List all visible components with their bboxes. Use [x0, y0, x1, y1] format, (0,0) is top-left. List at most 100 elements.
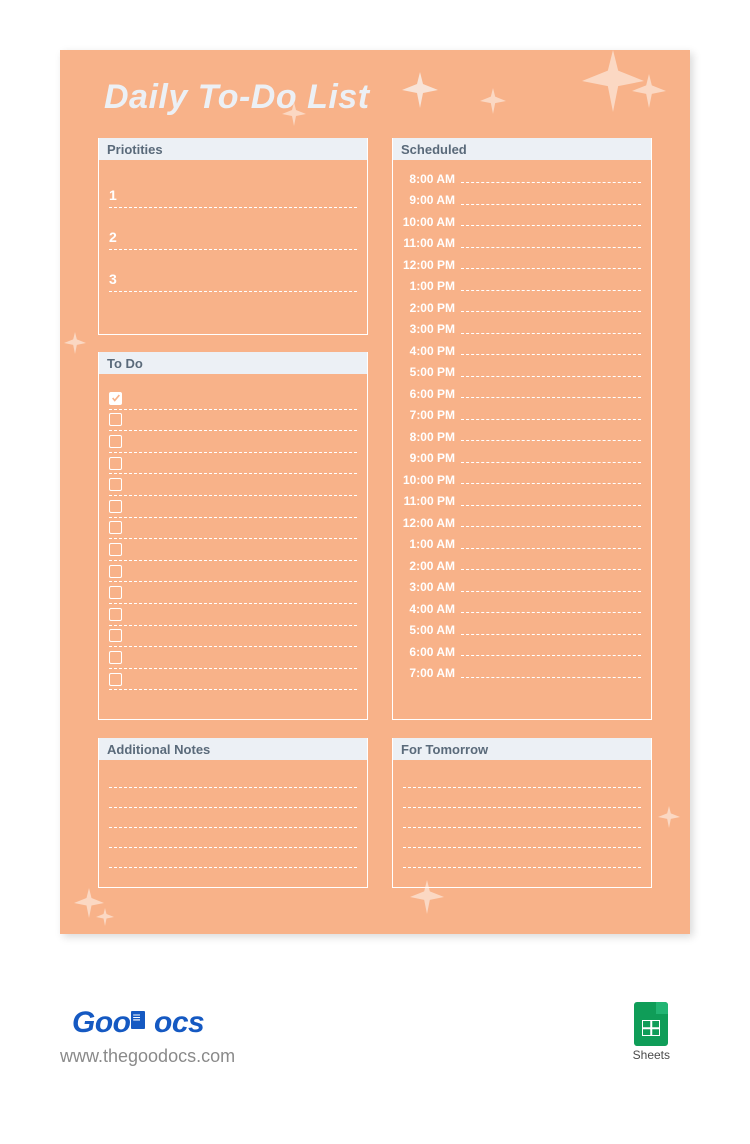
- todo-checkbox[interactable]: [109, 629, 122, 642]
- todo-checkbox[interactable]: [109, 435, 122, 448]
- note-line[interactable]: [109, 768, 357, 788]
- todo-row[interactable]: [109, 539, 357, 561]
- schedule-row[interactable]: 4:00 PM: [399, 340, 641, 362]
- schedule-time: 6:00 PM: [399, 387, 461, 401]
- todo-checkbox[interactable]: [109, 413, 122, 426]
- todo-row[interactable]: [109, 474, 357, 496]
- page-title: Daily To-Do List: [104, 78, 370, 117]
- schedule-row[interactable]: 7:00 PM: [399, 405, 641, 427]
- schedule-row[interactable]: 8:00 AM: [399, 168, 641, 190]
- schedule-row[interactable]: 12:00 AM: [399, 512, 641, 534]
- todo-row[interactable]: [109, 388, 357, 410]
- todo-row[interactable]: [109, 453, 357, 475]
- todo-row[interactable]: [109, 647, 357, 669]
- todo-checkbox[interactable]: [109, 457, 122, 470]
- schedule-row[interactable]: 3:00 PM: [399, 319, 641, 341]
- schedule-time: 10:00 PM: [399, 473, 461, 487]
- schedule-row[interactable]: 1:00 PM: [399, 276, 641, 298]
- schedule-time: 11:00 AM: [399, 236, 461, 250]
- schedule-row[interactable]: 2:00 PM: [399, 297, 641, 319]
- note-line[interactable]: [109, 828, 357, 848]
- todo-row[interactable]: [109, 582, 357, 604]
- schedule-row[interactable]: 5:00 PM: [399, 362, 641, 384]
- schedule-row[interactable]: 9:00 PM: [399, 448, 641, 470]
- note-line[interactable]: [403, 808, 641, 828]
- schedule-line: [461, 225, 641, 226]
- schedule-time: 11:00 PM: [399, 494, 461, 508]
- priority-row[interactable]: 3: [109, 250, 357, 292]
- sheets-badge: Sheets: [633, 1002, 670, 1062]
- todo-row[interactable]: [109, 669, 357, 691]
- schedule-row[interactable]: 11:00 PM: [399, 491, 641, 513]
- sparkle-icon: [96, 908, 114, 926]
- schedule-row[interactable]: 10:00 AM: [399, 211, 641, 233]
- schedule-row[interactable]: 8:00 PM: [399, 426, 641, 448]
- logo-doc-icon: [131, 1006, 155, 1040]
- todo-checkbox[interactable]: [109, 543, 122, 556]
- note-line[interactable]: [109, 788, 357, 808]
- schedule-time: 8:00 PM: [399, 430, 461, 444]
- note-line[interactable]: [403, 768, 641, 788]
- priority-number: 2: [109, 229, 129, 245]
- schedule-line: [461, 311, 641, 312]
- priorities-header: Priotities: [99, 138, 367, 160]
- todo-row[interactable]: [109, 431, 357, 453]
- todo-row[interactable]: [109, 561, 357, 583]
- todo-row[interactable]: [109, 518, 357, 540]
- schedule-row[interactable]: 2:00 AM: [399, 555, 641, 577]
- logo-part-a: Goo: [72, 1006, 131, 1039]
- sparkle-icon: [480, 88, 506, 114]
- todo-checkbox[interactable]: [109, 478, 122, 491]
- scheduled-section: Scheduled 8:00 AM9:00 AM10:00 AM11:00 AM…: [392, 138, 652, 720]
- todo-checkbox[interactable]: [109, 521, 122, 534]
- schedule-row[interactable]: 4:00 AM: [399, 598, 641, 620]
- todo-checkbox[interactable]: [109, 673, 122, 686]
- tomorrow-header: For Tomorrow: [393, 738, 651, 760]
- schedule-row[interactable]: 9:00 AM: [399, 190, 641, 212]
- schedule-time: 1:00 AM: [399, 537, 461, 551]
- todo-checkbox[interactable]: [109, 392, 122, 405]
- schedule-time: 8:00 AM: [399, 172, 461, 186]
- schedule-line: [461, 462, 641, 463]
- schedule-row[interactable]: 5:00 AM: [399, 620, 641, 642]
- sparkle-icon: [582, 50, 644, 112]
- schedule-time: 7:00 AM: [399, 666, 461, 680]
- logo-part-b: ocs: [154, 1006, 204, 1039]
- todo-checkbox[interactable]: [109, 565, 122, 578]
- schedule-row[interactable]: 1:00 AM: [399, 534, 641, 556]
- schedule-row[interactable]: 3:00 AM: [399, 577, 641, 599]
- priority-row[interactable]: 1: [109, 166, 357, 208]
- todo-checkbox[interactable]: [109, 500, 122, 513]
- schedule-row[interactable]: 11:00 AM: [399, 233, 641, 255]
- schedule-row[interactable]: 7:00 AM: [399, 663, 641, 685]
- schedule-time: 1:00 PM: [399, 279, 461, 293]
- todo-checkbox[interactable]: [109, 651, 122, 664]
- todo-row[interactable]: [109, 496, 357, 518]
- todo-row[interactable]: [109, 410, 357, 432]
- todo-body: [99, 374, 367, 696]
- todo-row[interactable]: [109, 626, 357, 648]
- sparkle-icon: [658, 806, 680, 828]
- todo-checkbox[interactable]: [109, 586, 122, 599]
- schedule-line: [461, 655, 641, 656]
- schedule-row[interactable]: 6:00 PM: [399, 383, 641, 405]
- note-line[interactable]: [403, 828, 641, 848]
- schedule-time: 4:00 AM: [399, 602, 461, 616]
- todo-checkbox[interactable]: [109, 608, 122, 621]
- note-line[interactable]: [109, 848, 357, 868]
- schedule-row[interactable]: 12:00 PM: [399, 254, 641, 276]
- schedule-time: 12:00 PM: [399, 258, 461, 272]
- priority-row[interactable]: 2: [109, 208, 357, 250]
- priorities-section: Priotities 1 2 3: [98, 138, 368, 335]
- schedule-row[interactable]: 6:00 AM: [399, 641, 641, 663]
- schedule-row[interactable]: 10:00 PM: [399, 469, 641, 491]
- scheduled-body: 8:00 AM 9:00 AM 10:00 AM 11:00 AM 12:00 PM 1:…: [393, 160, 651, 690]
- sparkle-icon: [64, 332, 86, 354]
- schedule-line: [461, 204, 641, 205]
- schedule-time: 10:00 AM: [399, 215, 461, 229]
- note-line[interactable]: [403, 848, 641, 868]
- todo-row[interactable]: [109, 604, 357, 626]
- schedule-time: 7:00 PM: [399, 408, 461, 422]
- note-line[interactable]: [403, 788, 641, 808]
- note-line[interactable]: [109, 808, 357, 828]
